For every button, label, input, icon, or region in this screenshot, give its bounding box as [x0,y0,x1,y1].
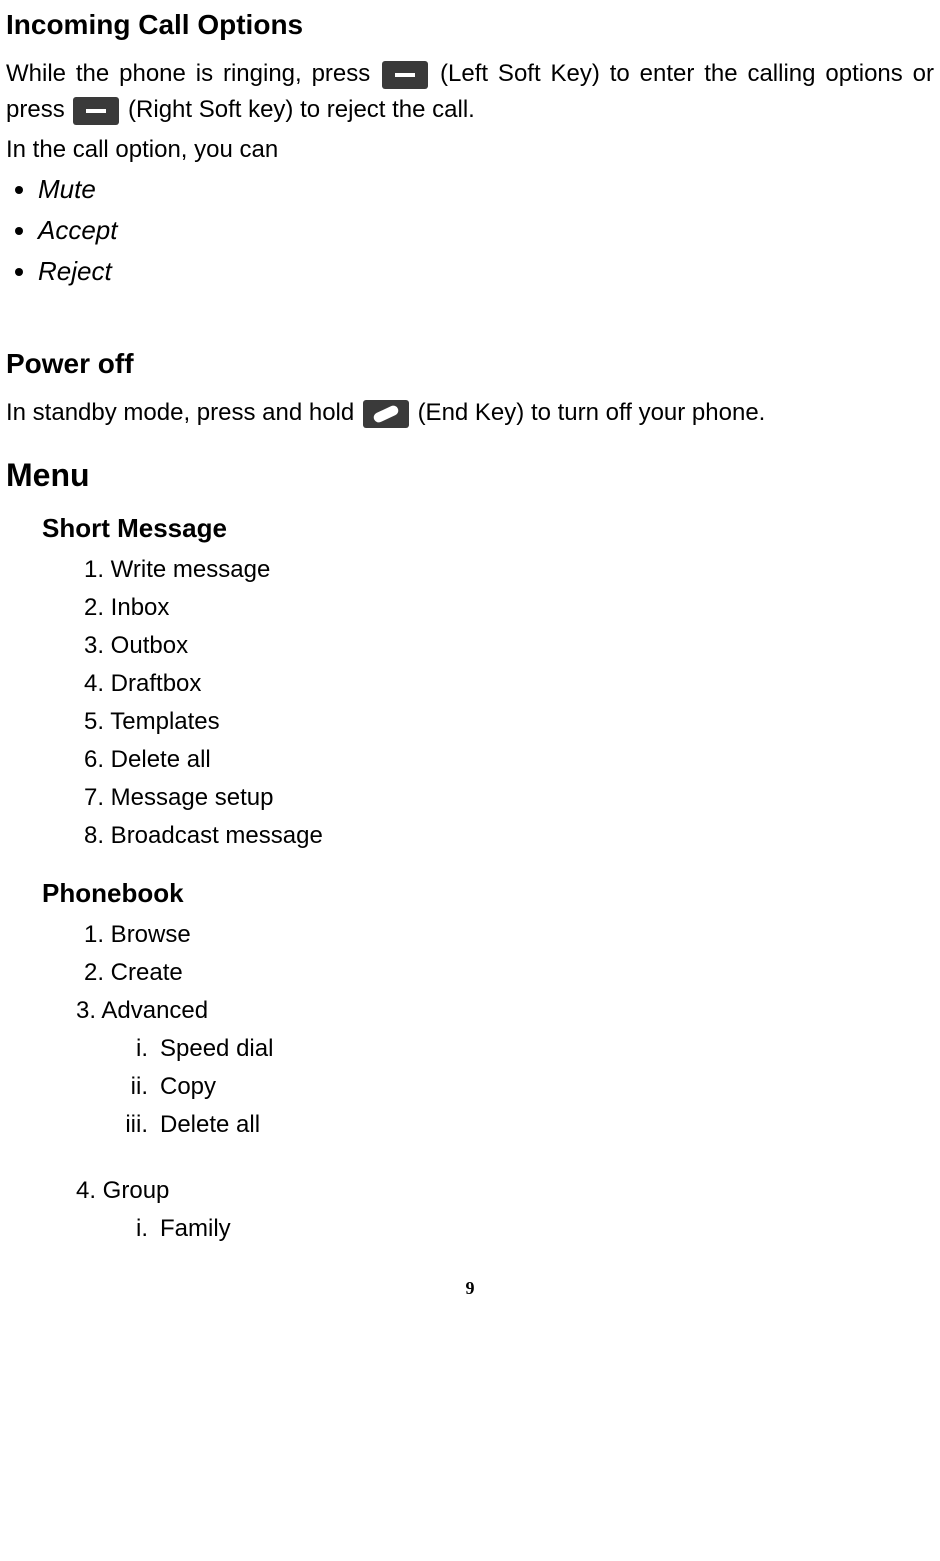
phonebook-list: 1. Browse 2. Create 3. Advanced i. Speed… [76,917,934,1247]
list-item: 8. Broadcast message [84,818,934,854]
list-item: 2. Create [84,955,934,991]
incoming-paragraph: While the phone is ringing, press (Left … [6,56,934,128]
list-item: 5. Templates [84,704,934,740]
advanced-sublist: i. Speed dial ii. Copy iii. Delete all [116,1031,934,1143]
text-segment: In standby mode, press and hold [6,399,361,426]
text-segment: While the phone is ringing, press [6,60,380,87]
list-item-reject: Reject [38,252,934,291]
list-item-text: Delete all [160,1107,260,1143]
heading-menu: Menu [6,451,934,499]
subheading-phonebook: Phonebook [42,874,934,913]
poweroff-paragraph: In standby mode, press and hold (End Key… [6,395,934,431]
list-item: 4. Draftbox [84,666,934,702]
list-item-text: Copy [160,1069,216,1105]
roman-label: ii. [116,1069,160,1105]
list-item: iii. Delete all [116,1107,934,1143]
end-key-icon [363,400,409,428]
text-segment: (End Key) to turn off your phone. [418,399,766,426]
group-sublist: i. Family [116,1211,934,1247]
list-item-accept: Accept [38,211,934,250]
list-item: 4. Group i. Family [76,1173,934,1247]
list-item: 1. Write message [84,552,934,588]
list-item: i. Speed dial [116,1031,934,1067]
roman-label: i. [116,1031,160,1067]
list-item: 3. Outbox [84,628,934,664]
left-soft-key-icon [382,61,428,89]
roman-label: i. [116,1211,160,1247]
list-item: 6. Delete all [84,742,934,778]
page-number: 9 [6,1275,934,1302]
list-item-text: Speed dial [160,1031,273,1067]
incoming-line-2: In the call option, you can [6,132,934,168]
roman-label: iii. [116,1107,160,1143]
subheading-short-message: Short Message [42,509,934,548]
right-soft-key-icon [73,97,119,125]
list-item-text: Family [160,1211,231,1247]
call-options-list: Mute Accept Reject [6,170,934,291]
list-item: 7. Message setup [84,780,934,816]
list-item: 3. Advanced i. Speed dial ii. Copy iii. … [76,993,934,1143]
heading-power-off: Power off [6,343,934,385]
list-item: i. Family [116,1211,934,1247]
list-item: ii. Copy [116,1069,934,1105]
list-item-label: 3. Advanced [76,997,208,1024]
list-item: 1. Browse [84,917,934,953]
text-segment: (Right Soft key) to reject the call. [128,96,475,123]
list-item-mute: Mute [38,170,934,209]
list-item-label: 4. Group [76,1177,169,1204]
short-message-list: 1. Write message 2. Inbox 3. Outbox 4. D… [84,552,934,854]
heading-incoming-call-options: Incoming Call Options [6,4,934,46]
list-item: 2. Inbox [84,590,934,626]
